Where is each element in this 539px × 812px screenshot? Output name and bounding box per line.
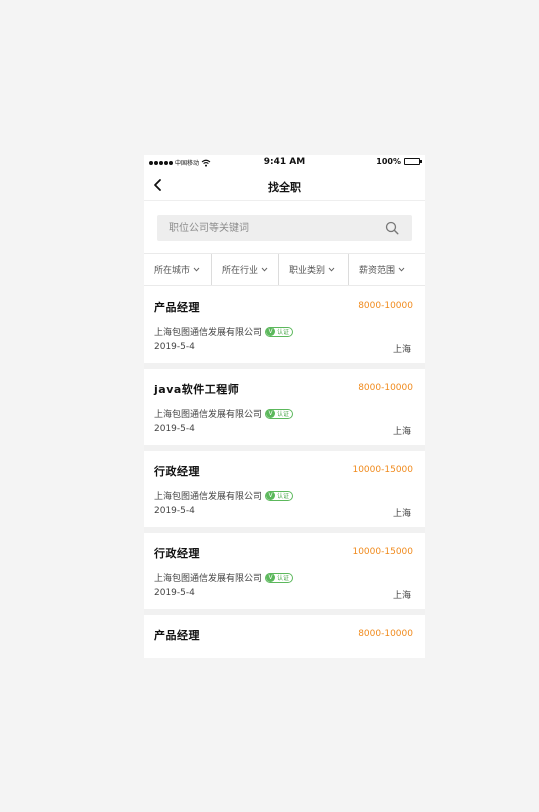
chevron-down-icon [261,267,268,272]
search-input[interactable] [169,215,369,241]
job-title: 行政经理 [154,465,200,478]
badge-label: 认证 [277,575,290,582]
job-date: 2019-5-4 [154,588,195,598]
filter-label: 职业类别 [289,266,326,276]
job-title: java软件工程师 [154,383,240,396]
job-company: 上海包图通信发展有限公司 V 认证 [154,325,294,338]
verified-badge: V 认证 [265,326,294,337]
job-company: 上海包图通信发展有限公司 V 认证 [154,407,294,420]
job-city: 上海 [392,591,411,601]
job-list: 产品经理 8000-10000 上海包图通信发展有限公司 V 认证 2019-5-… [144,287,425,658]
filter-salary[interactable]: 薪资范围 [348,254,425,285]
phone-screen: 中国移动 9:41 AM 100% 找全职 职位公司等关键词 所在城市 所在行业… [144,155,425,658]
job-title: 产品经理 [154,629,200,642]
search-icon[interactable] [385,221,399,235]
filter-label: 所在城市 [154,266,191,276]
search-section [144,201,425,253]
page-title: 找全职 [268,181,301,194]
filter-category[interactable]: 职业类别 [278,254,348,285]
verified-badge: V 认证 [265,408,294,419]
job-salary: 10000-15000 [352,465,413,475]
badge-label: 认证 [277,329,290,336]
job-city: 上海 [392,509,411,519]
job-card[interactable]: 行政经理 10000-15000 上海包图通信发展有限公司 V 认证 2019-5… [144,533,425,615]
job-city: 上海 [392,345,411,355]
verified-badge-icon: V [266,573,276,582]
filter-label: 所在行业 [222,266,259,276]
battery-icon [404,158,422,165]
verified-badge-icon: V [266,409,276,418]
job-salary: 8000-10000 [358,629,413,639]
job-company: 上海包图通信发展有限公司 V 认证 [154,489,294,502]
nav-bar: 找全职 [144,171,425,201]
job-salary: 8000-10000 [358,301,413,311]
chevron-down-icon [398,267,405,272]
job-date: 2019-5-4 [154,506,195,516]
badge-label: 认证 [277,411,290,418]
job-card[interactable]: 产品经理 8000-10000 [144,615,425,658]
job-salary: 8000-10000 [358,383,413,393]
job-company: 上海包图通信发展有限公司 V 认证 [154,571,294,584]
search-bar[interactable] [157,215,412,241]
badge-label: 认证 [277,493,290,500]
company-name: 上海包图通信发展有限公司 [154,410,263,420]
company-name: 上海包图通信发展有限公司 [154,574,263,584]
job-city: 上海 [392,427,411,437]
verified-badge-icon: V [266,491,276,500]
chevron-down-icon [193,267,200,272]
job-date: 2019-5-4 [154,342,195,352]
job-card[interactable]: 行政经理 10000-15000 上海包图通信发展有限公司 V 认证 2019-5… [144,451,425,533]
verified-badge: V 认证 [265,572,294,583]
filter-bar: 所在城市 所在行业 职业类别 薪资范围 [144,253,425,286]
status-bar: 中国移动 9:41 AM 100% [144,155,425,171]
filter-city[interactable]: 所在城市 [144,254,211,285]
job-card[interactable]: java软件工程师 8000-10000 上海包图通信发展有限公司 V 认证 20… [144,369,425,451]
filter-label: 薪资范围 [359,266,396,276]
job-date: 2019-5-4 [154,424,195,434]
verified-badge-icon: V [266,327,276,336]
verified-badge: V 认证 [265,490,294,501]
job-title: 行政经理 [154,547,200,560]
job-salary: 10000-15000 [352,547,413,557]
company-name: 上海包图通信发展有限公司 [154,492,263,502]
battery-status: 100% [376,157,422,166]
company-name: 上海包图通信发展有限公司 [154,328,263,338]
job-title: 产品经理 [154,301,200,314]
chevron-down-icon [328,267,335,272]
filter-industry[interactable]: 所在行业 [211,254,278,285]
battery-percent: 100% [376,157,401,166]
job-card[interactable]: 产品经理 8000-10000 上海包图通信发展有限公司 V 认证 2019-5-… [144,287,425,369]
